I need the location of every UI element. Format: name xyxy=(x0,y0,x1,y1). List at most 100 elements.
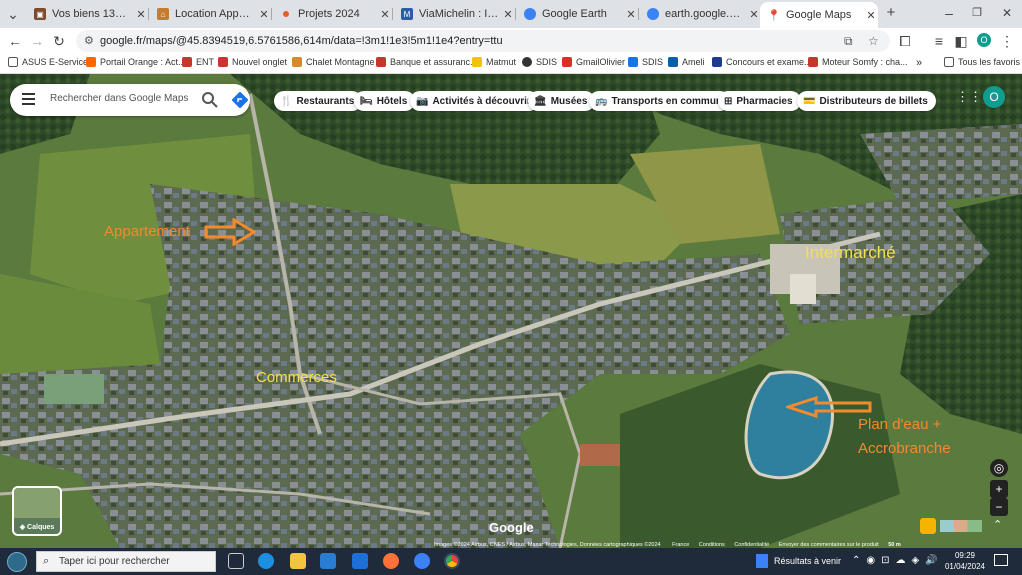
search-icon[interactable] xyxy=(202,92,218,108)
bookmark-item[interactable]: SDIS xyxy=(522,57,557,67)
menu-kebab-icon[interactable]: ⋮ xyxy=(998,32,1016,50)
bookmark-item[interactable]: Matmut xyxy=(472,57,516,67)
bookmark-item[interactable]: Nouvel onglet xyxy=(218,57,287,67)
clock-date[interactable]: 01/04/2024 xyxy=(944,562,986,571)
folder-icon xyxy=(944,57,954,67)
maps-search-box[interactable]: Rechercher dans Google Maps xyxy=(10,84,250,116)
fork-knife-icon: 🍴 xyxy=(280,95,293,107)
bookmark-item[interactable]: Concours et exame... xyxy=(712,57,812,67)
install-app-icon[interactable]: ⧉ xyxy=(844,30,853,52)
address-bar[interactable]: ⚙ google.fr/maps/@45.8394519,6.5761586,6… xyxy=(76,30,890,52)
apps-grid-icon[interactable]: ⋮⋮ xyxy=(956,90,982,104)
new-tab-button[interactable]: + xyxy=(882,4,900,22)
layers-button[interactable]: ◈ Calques xyxy=(12,486,62,536)
tab-earth-web[interactable]: earth.google.com/web ✕ xyxy=(639,4,761,24)
menu-hamburger-icon[interactable] xyxy=(22,93,35,107)
news-icon xyxy=(756,554,768,568)
layers-label: ◈ Calques xyxy=(14,523,60,531)
plan-eau-label: Plan d'eau + xyxy=(858,416,942,433)
directions-icon[interactable] xyxy=(232,92,248,108)
chip-pharmacies[interactable]: ⊞ Pharmacies xyxy=(718,91,801,111)
reload-icon[interactable]: ↻ xyxy=(50,32,68,50)
close-window-button[interactable]: ✕ xyxy=(998,4,1016,22)
tab-label: Location Appartement xyxy=(175,8,255,20)
chip-hotels[interactable]: 🛏 Hôtels xyxy=(354,91,416,111)
side-panel-icon[interactable]: ◧ xyxy=(952,32,970,50)
tab-projets-2024[interactable]: Projets 2024 ✕ xyxy=(272,4,392,24)
taskbar-search-box[interactable]: ⌕ Taper ici pour rechercher xyxy=(36,551,216,572)
windows-taskbar: ⌕ Taper ici pour rechercher Résultats à … xyxy=(0,548,1022,575)
url-text: google.fr/maps/@45.8394519,6.5761586,614… xyxy=(100,35,503,47)
bookmark-item[interactable]: GmailOlivier xyxy=(562,57,625,67)
bed-icon: 🛏 xyxy=(360,95,373,107)
pharmacy-icon: ⊞ xyxy=(724,95,733,107)
mail-icon[interactable] xyxy=(352,553,368,569)
bookmark-item[interactable]: Ameli xyxy=(668,57,705,67)
bookmarks-more-button[interactable]: » xyxy=(916,57,922,69)
notification-icon[interactable] xyxy=(994,554,1008,566)
tab-location-appartement[interactable]: ⌂ Location Appartement ✕ xyxy=(149,4,271,24)
bookmark-item[interactable]: ENT xyxy=(182,57,214,67)
task-view-icon[interactable] xyxy=(228,553,244,569)
profile-avatar[interactable]: O xyxy=(977,33,991,47)
my-location-icon[interactable]: ◎ xyxy=(990,459,1008,477)
bookmark-item[interactable]: Banque et assuranc... xyxy=(376,57,478,67)
layers-preview xyxy=(14,488,60,518)
maps-profile-avatar[interactable]: O xyxy=(983,86,1005,108)
all-favorites-folder[interactable]: Tous les favoris xyxy=(944,57,1020,67)
bookmark-item[interactable]: Portail Orange : Act... xyxy=(86,57,186,67)
intermarche-label: Intermarché xyxy=(805,243,896,262)
file-explorer-icon[interactable] xyxy=(290,553,306,569)
news-widget[interactable]: Résultats à venir xyxy=(774,556,841,566)
back-arrow-icon[interactable]: ← xyxy=(6,32,24,50)
forward-arrow-icon[interactable]: → xyxy=(28,32,46,50)
clock-time[interactable]: 09:29 xyxy=(948,551,982,560)
close-tab-icon[interactable]: ✕ xyxy=(257,8,271,21)
firefox-icon[interactable] xyxy=(383,553,399,569)
close-tab-icon[interactable]: ✕ xyxy=(864,9,878,22)
chip-distributeurs[interactable]: 💳 Distributeurs de billets xyxy=(797,91,936,111)
store-icon[interactable] xyxy=(320,553,336,569)
house-icon xyxy=(292,57,302,67)
tab-viamichelin[interactable]: M ViaMichelin : Itinéraire ✕ xyxy=(393,4,515,24)
app-icon[interactable] xyxy=(414,553,430,569)
close-tab-icon[interactable]: ✕ xyxy=(747,8,761,21)
search-input[interactable]: Rechercher dans Google Maps xyxy=(50,93,188,104)
chip-restaurants[interactable]: 🍴 Restaurants xyxy=(274,91,363,111)
close-tab-icon[interactable]: ✕ xyxy=(134,8,148,21)
map-preview-thumbnails[interactable] xyxy=(940,520,982,532)
bookmark-star-icon[interactable]: ☆ xyxy=(868,30,879,52)
close-tab-icon[interactable]: ✕ xyxy=(501,8,515,21)
bank-icon xyxy=(376,57,386,67)
chip-activites[interactable]: 📷 Activités à découvrir xyxy=(410,91,539,111)
zoom-out-button[interactable]: − xyxy=(990,498,1008,516)
extensions-icon[interactable]: ⧠ xyxy=(896,32,914,50)
tab-google-maps[interactable]: 📍 Google Maps ✕ xyxy=(760,2,878,28)
zoom-in-button[interactable]: + xyxy=(990,480,1008,498)
expand-chevron-icon[interactable]: ⌃ xyxy=(993,518,1002,531)
start-button-icon[interactable] xyxy=(7,552,27,572)
bookmark-label: Moteur Somfy : cha... xyxy=(822,57,908,67)
reading-list-icon[interactable]: ≡ xyxy=(930,32,948,50)
close-tab-icon[interactable]: ✕ xyxy=(378,8,392,21)
chrome-icon[interactable] xyxy=(444,553,460,569)
satellite-map[interactable] xyxy=(0,74,1022,548)
tab-label: earth.google.com/web xyxy=(665,8,745,20)
edge-icon[interactable] xyxy=(258,553,274,569)
minimize-button[interactable]: – xyxy=(940,4,958,22)
restore-button[interactable]: ❐ xyxy=(968,4,986,22)
bookmark-item[interactable]: SDIS xyxy=(628,57,663,67)
tab-google-earth[interactable]: Google Earth ✕ xyxy=(516,4,638,24)
tab-vos-biens[interactable]: ▣ Vos biens 13160 ✕ xyxy=(26,4,148,24)
site-info-icon[interactable]: ⚙ xyxy=(84,30,94,52)
bookmark-item[interactable]: Moteur Somfy : cha... xyxy=(808,57,908,67)
pegman-icon[interactable] xyxy=(920,518,936,534)
bookmark-item[interactable]: ASUS E-Service xyxy=(8,57,88,67)
system-tray-icons[interactable]: ⌃◉⊡☁◈🔊 xyxy=(852,555,944,566)
chip-musees[interactable]: 🏛 Musées xyxy=(528,91,596,111)
close-tab-icon[interactable]: ✕ xyxy=(624,8,638,21)
tab-search-chevron-icon[interactable]: ⌄ xyxy=(4,5,22,23)
bookmark-item[interactable]: Chalet Montagne xyxy=(292,57,375,67)
chip-transports[interactable]: 🚌 Transports en commun xyxy=(589,91,731,111)
sdis-icon xyxy=(628,57,638,67)
